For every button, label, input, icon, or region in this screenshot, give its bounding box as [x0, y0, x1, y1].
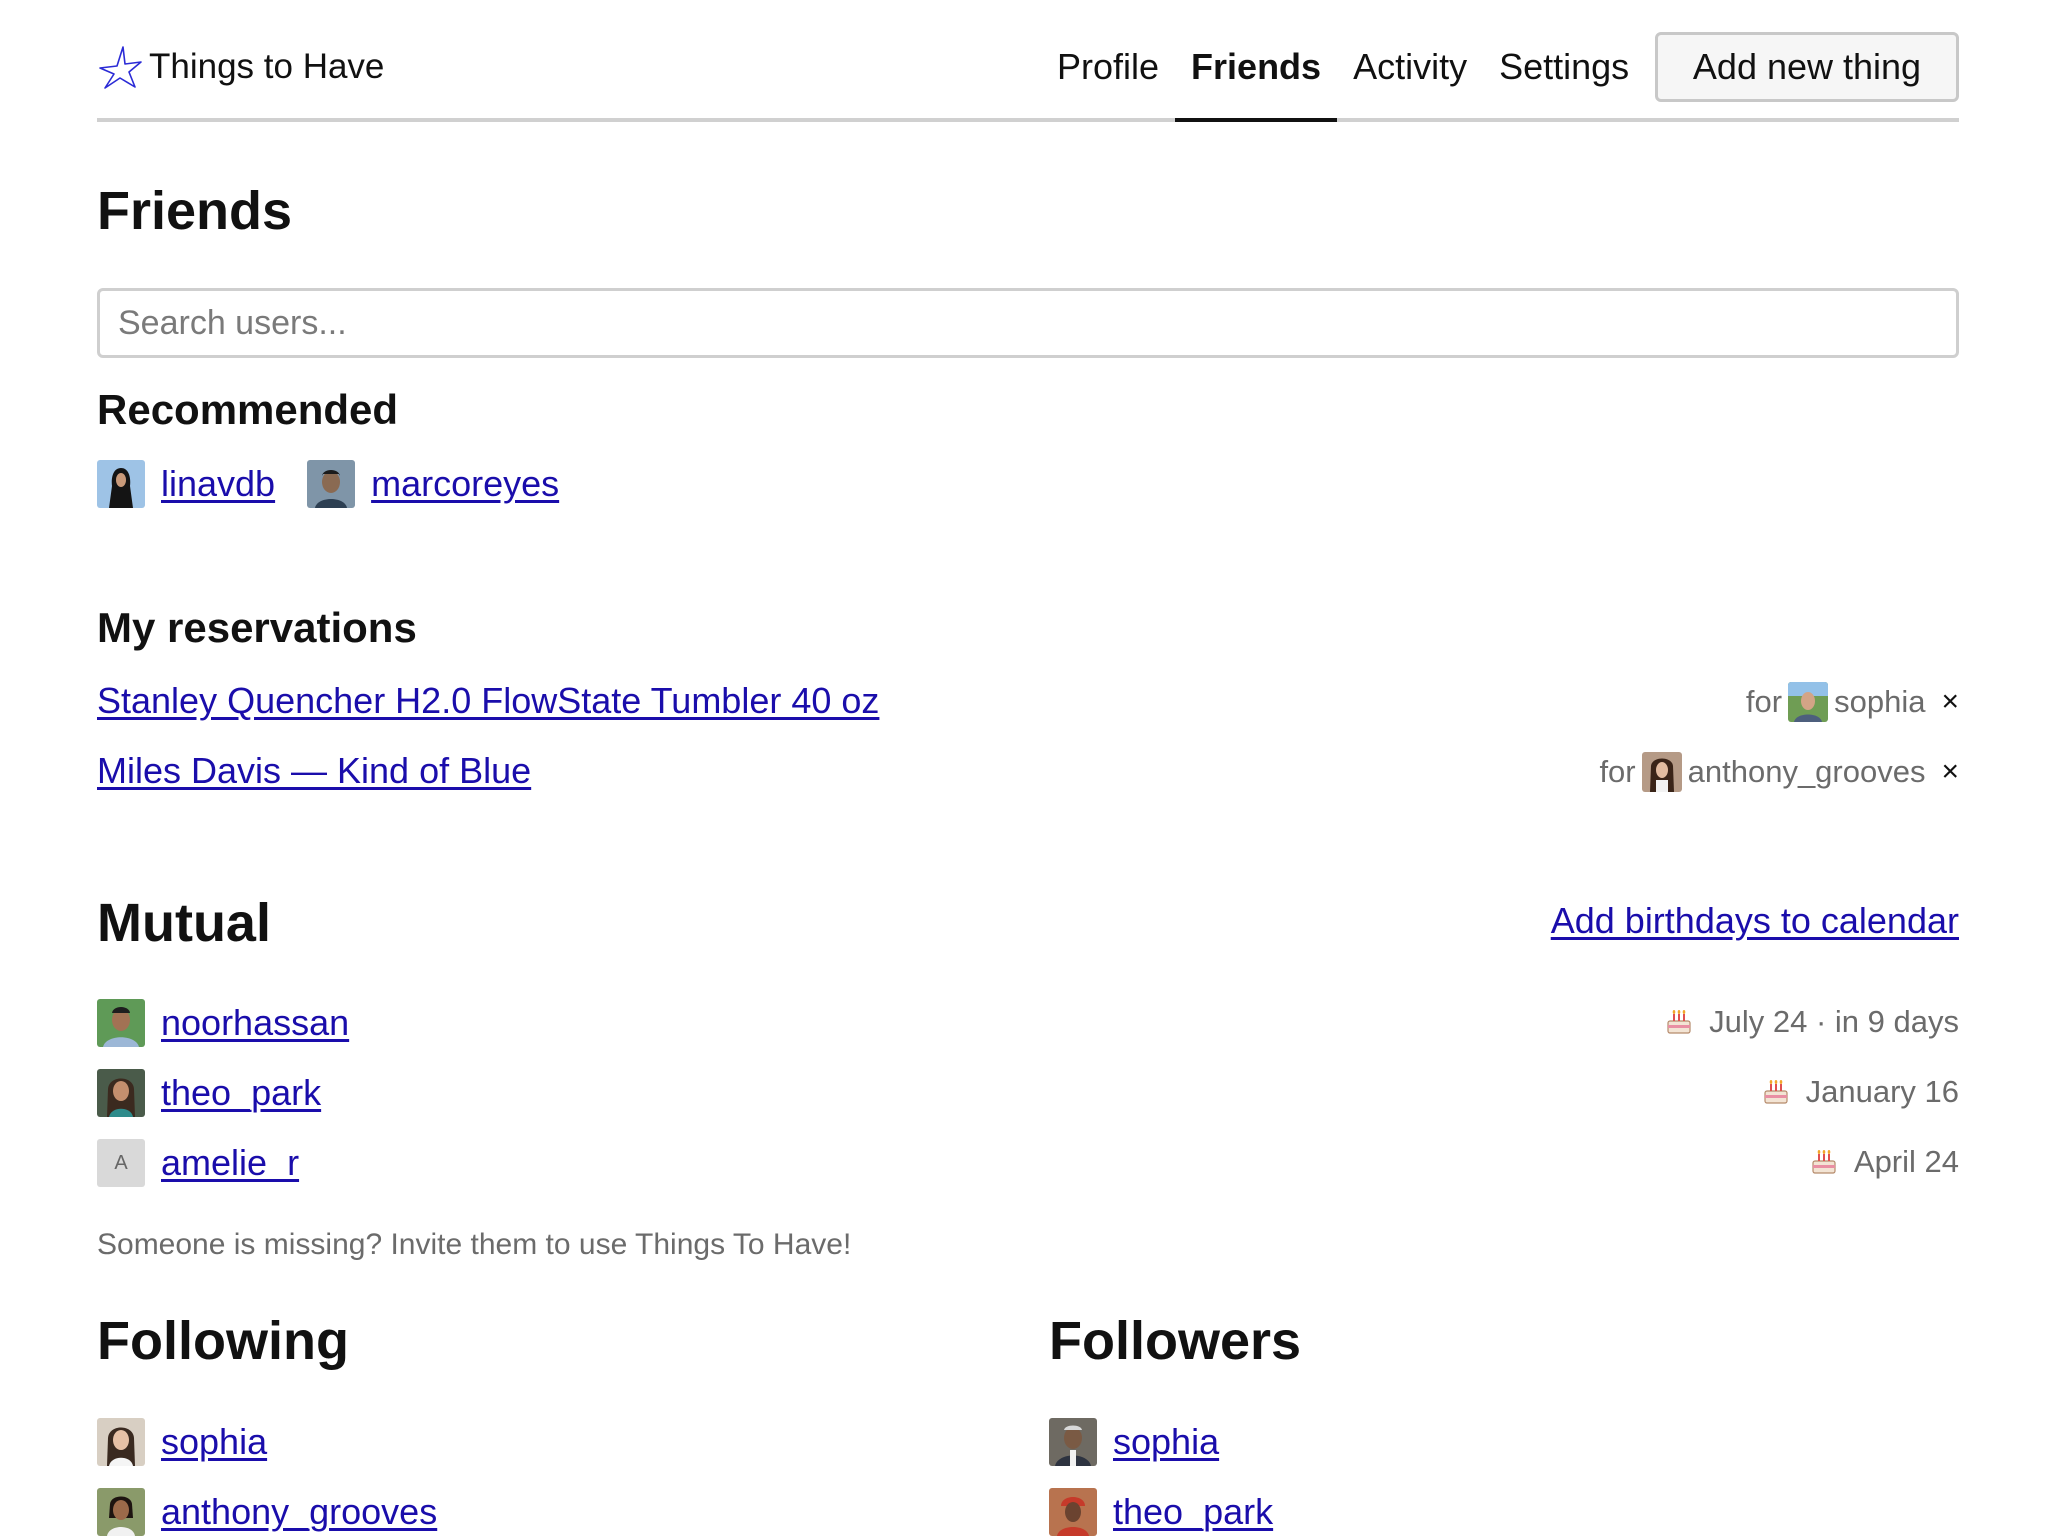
avatar[interactable] [307, 460, 356, 508]
birthday: July 24 · in 9 days [1663, 1004, 1959, 1040]
user-link-amelie-r[interactable]: amelie_r [161, 1142, 299, 1184]
user-link-linavdb[interactable]: linavdb [161, 463, 275, 505]
followers-heading: Followers [1049, 1311, 1302, 1371]
for-user: sophia [1834, 684, 1926, 719]
main-nav: Profile Friends Activity Settings [1041, 24, 1645, 122]
reservation-title[interactable]: Stanley Quencher H2.0 FlowState Tumbler … [97, 680, 879, 722]
page-title: Friends [97, 181, 293, 241]
avatar[interactable] [97, 1069, 145, 1117]
reservations-heading: My reservations [97, 604, 417, 651]
for-label: for [1745, 684, 1783, 719]
nav-settings[interactable]: Settings [1483, 24, 1645, 118]
cake-icon [1667, 1010, 1691, 1034]
birthday: April 24 [1808, 1144, 1959, 1180]
nav-friends[interactable]: Friends [1175, 24, 1338, 122]
app-name: Things to Have [149, 47, 385, 86]
top-nav-bar: Things to Have Profile Friends Activity … [97, 24, 1959, 122]
mutual-user-row: A amelie_r April 24 [97, 1138, 1959, 1188]
avatar[interactable] [1049, 1418, 1097, 1466]
reservation-title[interactable]: Miles Davis — Kind of Blue [97, 750, 531, 792]
avatar[interactable] [97, 460, 145, 508]
user-link-sophia[interactable]: sophia [1113, 1421, 1219, 1463]
nav-activity[interactable]: Activity [1337, 24, 1483, 118]
close-icon[interactable]: × [1941, 755, 1959, 789]
avatar [1641, 752, 1682, 792]
birthday-text: July 24 · in 9 days [1709, 1004, 1959, 1039]
following-user: sophia [97, 1418, 267, 1466]
follower-user: theo_park [1049, 1488, 1273, 1536]
brand[interactable]: Things to Have [97, 44, 384, 90]
user-link-theo-park[interactable]: theo_park [161, 1072, 321, 1114]
user-link-noorhassan[interactable]: noorhassan [161, 1002, 349, 1044]
recommended-list: linavdb marcoreyes [97, 460, 591, 508]
reservation-row: Miles Davis — Kind of Blue for anthony_g… [97, 750, 1959, 800]
recommended-user: linavdb [97, 460, 275, 508]
following-user: anthony_grooves [97, 1488, 437, 1536]
reservation-meta: for sophia × [1746, 682, 1959, 722]
recommended-user: marcoreyes [307, 460, 559, 508]
user-link-marcoreyes[interactable]: marcoreyes [371, 463, 559, 505]
following-heading: Following [97, 1311, 349, 1371]
recommended-heading: Recommended [97, 386, 399, 433]
mutual-user-row: noorhassan July 24 · in 9 days [97, 998, 1959, 1048]
avatar[interactable] [97, 999, 145, 1047]
birthday-text: January 16 [1805, 1074, 1959, 1109]
add-birthdays-to-calendar-link[interactable]: Add birthdays to calendar [1551, 900, 1959, 942]
reservation-row: Stanley Quencher H2.0 FlowState Tumbler … [97, 680, 1959, 730]
follower-user: sophia [1049, 1418, 1219, 1466]
star-outline-icon [99, 46, 142, 89]
avatar[interactable]: A [97, 1139, 145, 1187]
for-label: for [1599, 754, 1636, 789]
birthday-text: April 24 [1853, 1144, 1959, 1179]
add-new-thing-button[interactable]: Add new thing [1655, 32, 1959, 102]
cake-icon [1764, 1080, 1788, 1104]
close-icon[interactable]: × [1941, 685, 1959, 719]
page: Things to Have Profile Friends Activity … [0, 0, 2048, 1536]
avatar [1788, 682, 1829, 722]
reservation-meta: for anthony_grooves × [1599, 752, 1959, 792]
mutual-user-row: theo_park January 16 [97, 1068, 1959, 1118]
user-link-anthony-grooves[interactable]: anthony_grooves [161, 1491, 437, 1533]
invite-hint: Someone is missing? Invite them to use T… [97, 1228, 852, 1261]
nav-profile[interactable]: Profile [1041, 24, 1175, 118]
for-user: anthony_grooves [1687, 754, 1926, 789]
avatar[interactable] [97, 1418, 145, 1466]
birthday: January 16 [1760, 1074, 1959, 1110]
avatar[interactable] [1049, 1488, 1097, 1536]
search-users-input[interactable] [97, 288, 1959, 358]
user-link-sophia[interactable]: sophia [161, 1421, 267, 1463]
cake-icon [1812, 1150, 1836, 1174]
user-link-theo-park[interactable]: theo_park [1113, 1491, 1273, 1533]
mutual-heading: Mutual [97, 893, 271, 953]
avatar[interactable] [97, 1488, 145, 1536]
